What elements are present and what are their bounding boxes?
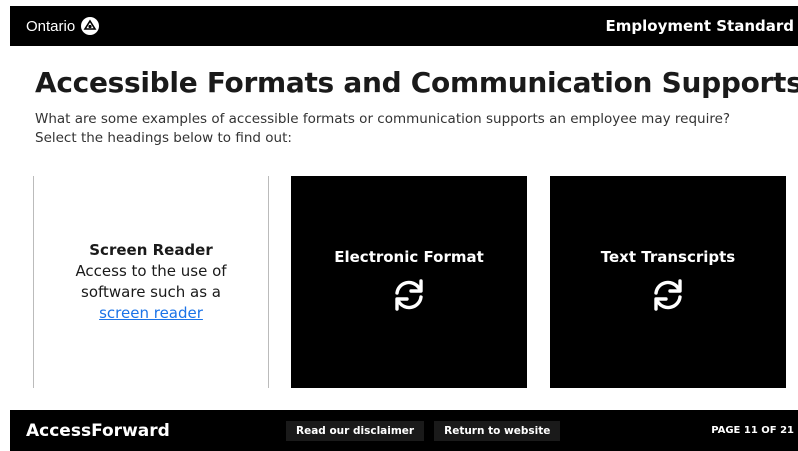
page-title: Accessible Formats and Communication Sup… bbox=[35, 66, 798, 99]
return-to-website-button[interactable]: Return to website bbox=[434, 420, 561, 441]
card-heading: Electronic Format bbox=[334, 248, 484, 266]
flip-card-screen-reader[interactable]: Screen Reader Access to the use of softw… bbox=[33, 176, 269, 388]
brand-text: Ontario bbox=[26, 17, 76, 35]
page-counter: PAGE 11 OF 21 bbox=[711, 425, 794, 436]
flip-card-text-transcripts[interactable]: Text Transcripts bbox=[550, 176, 786, 388]
top-bar: Ontario Employment Standard bbox=[10, 6, 798, 46]
card-body: Access to the use of software such as a … bbox=[44, 261, 258, 324]
course-title: Employment Standard bbox=[605, 17, 794, 35]
ontario-logo[interactable]: Ontario bbox=[26, 17, 100, 35]
screen-reader-link[interactable]: screen reader bbox=[99, 304, 203, 322]
card-heading: Text Transcripts bbox=[600, 248, 736, 266]
trillium-icon bbox=[81, 17, 100, 35]
intro-text: What are some examples of accessible for… bbox=[35, 110, 755, 148]
disclaimer-button[interactable]: Read our disclaimer bbox=[286, 420, 425, 441]
flip-card-electronic-format[interactable]: Electronic Format bbox=[291, 176, 527, 388]
card-body-text: Access to the use of software such as a bbox=[75, 261, 227, 301]
intro-line-1: What are some examples of accessible for… bbox=[35, 111, 731, 127]
card-heading: Screen Reader bbox=[89, 240, 213, 259]
footer-bar: AccessForward Read our disclaimer Return… bbox=[10, 410, 798, 451]
intro-line-2: Select the headings below to find out: bbox=[35, 130, 292, 146]
flip-icon bbox=[650, 278, 686, 316]
flip-icon bbox=[391, 278, 427, 316]
footer-brand: AccessForward bbox=[26, 420, 170, 441]
